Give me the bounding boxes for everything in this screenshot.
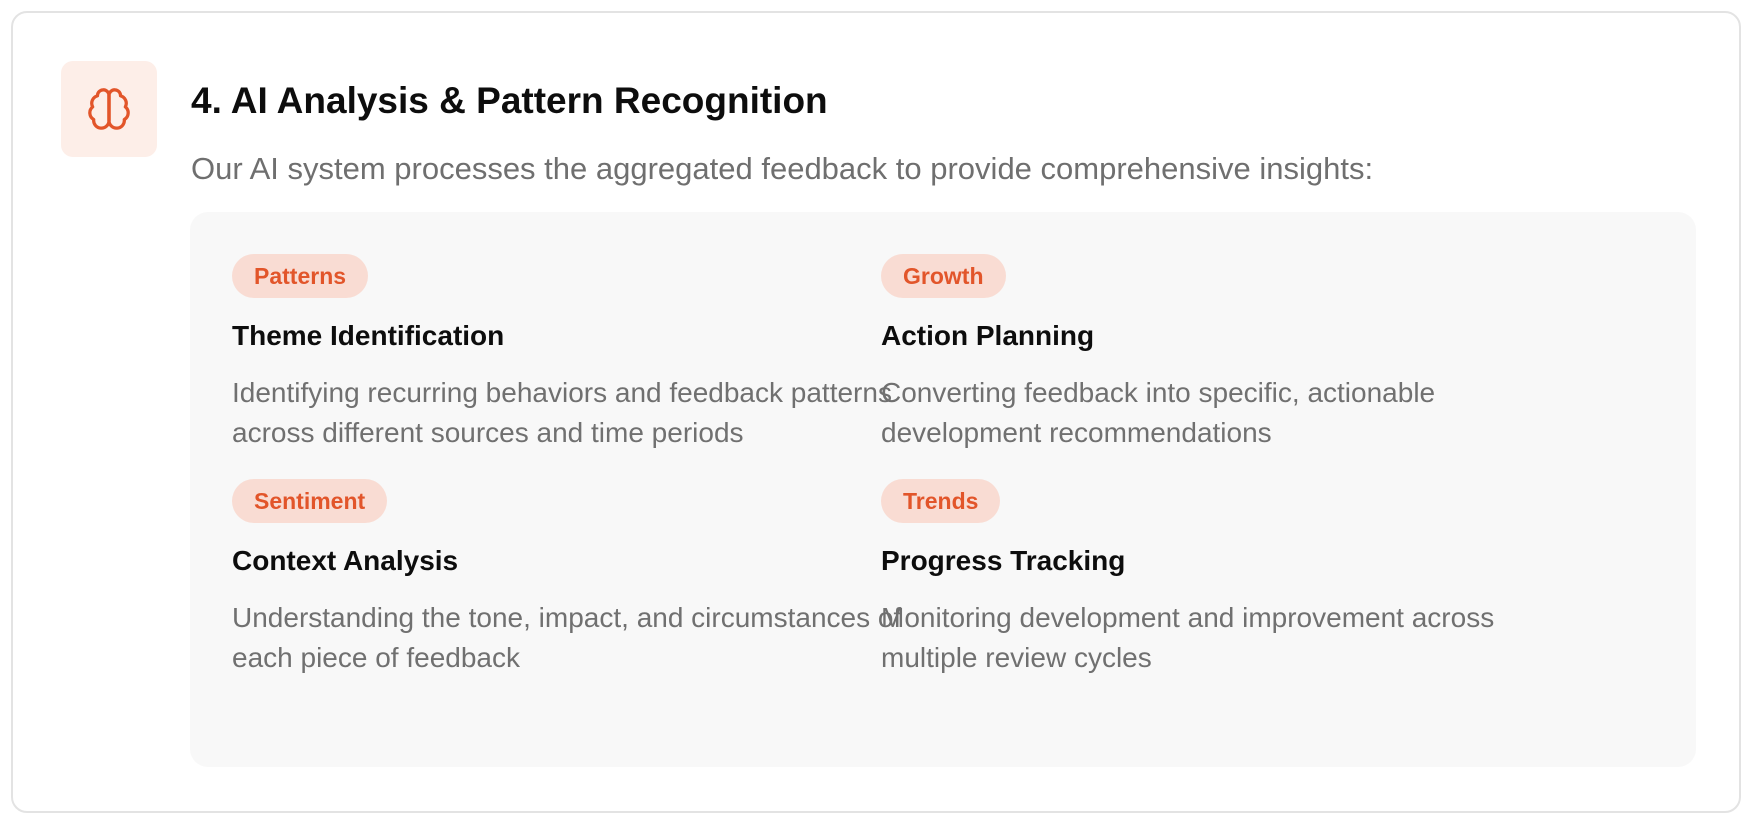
feature-title: Progress Tracking bbox=[881, 545, 1126, 576]
feature-tag: Trends bbox=[881, 479, 1001, 523]
feature-action-planning: Growth Action Planning Converting feedba… bbox=[881, 254, 1581, 448]
feature-title: Context Analysis bbox=[232, 545, 459, 576]
feature-title: Theme Identification bbox=[232, 320, 505, 351]
feature-description: Monitoring development and improvement a… bbox=[881, 602, 1495, 673]
feature-description: Understanding the tone, impact, and circ… bbox=[232, 602, 902, 673]
feature-description: Identifying recurring behaviors and feed… bbox=[232, 377, 892, 448]
feature-tag: Growth bbox=[881, 254, 1006, 298]
brain-icon bbox=[88, 88, 130, 130]
section-icon-box bbox=[61, 61, 157, 157]
section-card: 4. AI Analysis & Pattern Recognition Our… bbox=[11, 11, 1741, 813]
feature-context-analysis: Sentiment Context Analysis Understanding… bbox=[232, 479, 932, 673]
feature-title: Action Planning bbox=[881, 320, 1095, 351]
feature-description: Converting feedback into specific, actio… bbox=[881, 377, 1436, 448]
section-subtitle: Our AI system processes the aggregated f… bbox=[191, 151, 1374, 186]
section-title: 4. AI Analysis & Pattern Recognition bbox=[191, 80, 828, 121]
features-panel: Patterns Theme Identification Identifyin… bbox=[190, 212, 1696, 767]
feature-theme-identification: Patterns Theme Identification Identifyin… bbox=[232, 254, 932, 448]
feature-progress-tracking: Trends Progress Tracking Monitoring deve… bbox=[881, 479, 1581, 673]
feature-tag: Sentiment bbox=[232, 479, 388, 523]
feature-tag: Patterns bbox=[232, 254, 369, 298]
